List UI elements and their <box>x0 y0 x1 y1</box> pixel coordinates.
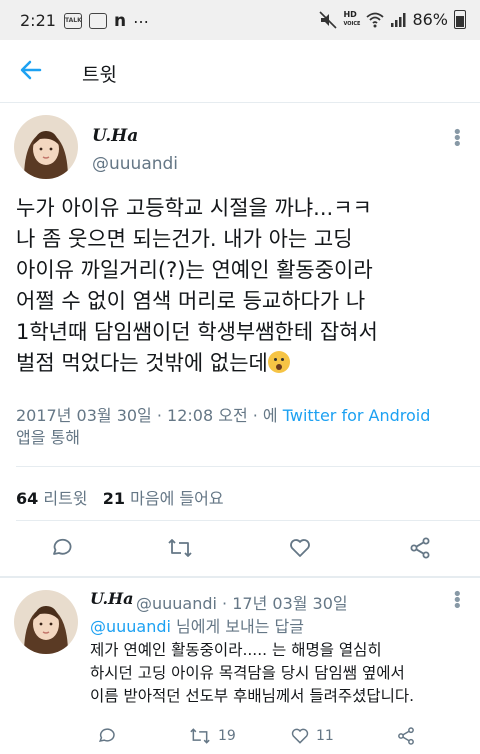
avatar[interactable] <box>14 115 78 179</box>
status-indicators: HD VOICE 86% <box>319 10 466 29</box>
reply-avatar[interactable] <box>14 590 78 654</box>
source-link[interactable]: Twitter for Android <box>283 406 431 425</box>
share-button[interactable] <box>406 534 434 562</box>
talk-icon: TALK <box>64 13 82 29</box>
reply-like-button[interactable] <box>286 722 314 750</box>
status-bar: 2:21 TALK n ⋯ HD VOICE 86% <box>0 0 480 40</box>
tweet-line: 아이유 까일거리(?)는 연예인 활동중이라 <box>16 258 373 282</box>
reply-line: 이름 받아적던 선도부 후배님께서 들려주셨답니다. <box>90 687 415 705</box>
tweet-line: 누가 아이유 고등학교 시절을 까냐...ㅋㅋ <box>16 196 372 220</box>
reply-line: 제가 연예인 활동중이라..... 는 해명을 열심히 <box>90 641 382 659</box>
reply-share-button[interactable] <box>392 722 420 750</box>
tweet-line: 1학년때 담임쌤이던 학생부쌤한테 잡혀서 <box>16 320 378 344</box>
more-options-icon[interactable]: • • • <box>452 124 463 154</box>
back-arrow-icon[interactable] <box>18 57 44 83</box>
reply-to-line: @uuuandi 님에게 보내는 답글 <box>90 613 304 637</box>
battery-icon <box>454 10 466 29</box>
reply-like-count: 11 <box>316 728 334 744</box>
reply-mention[interactable]: @uuuandi <box>90 617 171 636</box>
hushed-face-emoji-icon <box>267 351 290 373</box>
hd-label: HD <box>343 10 357 19</box>
tweet-meta: 2017년 03월 30일 · 12:08 오전 · 에 Twitter for… <box>16 405 466 449</box>
like-button[interactable] <box>286 534 314 562</box>
reply-icon <box>53 538 72 555</box>
likes-count: 21 <box>102 489 126 508</box>
heart-icon <box>291 728 309 744</box>
mute-icon <box>319 10 338 29</box>
tweet-date: 2017년 03월 30일 · 12:08 오전 · 에 <box>16 406 278 425</box>
app-bar: 트윗 <box>0 40 480 103</box>
status-time: 2:21 <box>20 11 56 30</box>
reply-reply-button[interactable] <box>92 722 120 750</box>
wifi-icon <box>366 12 385 27</box>
retweet-icon <box>190 728 210 744</box>
reply-retweet-count: 19 <box>218 728 236 744</box>
gallery-icon <box>89 13 107 29</box>
likes-stat[interactable]: 21 마음에 들어요 <box>103 489 224 508</box>
notification-icons: TALK n ⋯ <box>64 11 150 31</box>
hd-voice-icon: HD VOICE <box>343 11 360 28</box>
tweet-line: 나 좀 웃으면 되는건가. 내가 아는 고딩 <box>16 227 353 251</box>
page-title: 트윗 <box>82 64 117 86</box>
tweet-line: 어쩔 수 없이 염색 머리로 등교하다가 나 <box>16 289 366 313</box>
signal-icon <box>391 12 406 27</box>
retweet-icon <box>168 539 192 557</box>
retweets-label: 리트윗 <box>43 489 88 508</box>
reply-retweet-button[interactable] <box>186 722 214 750</box>
author-handle[interactable]: @uuuandi <box>92 154 178 174</box>
more-notifications-icon: ⋯ <box>133 11 151 31</box>
heart-icon <box>290 539 310 557</box>
tweet-line-last: 벌점 먹었다는 것밖에 없는데 <box>16 348 466 379</box>
divider <box>16 520 480 521</box>
battery-percent: 86% <box>412 10 448 29</box>
voice-label: VOICE <box>343 21 361 27</box>
author-name[interactable]: U.Ha <box>92 126 138 146</box>
reply-to-label: 님에게 보내는 답글 <box>170 617 304 636</box>
tweet-stats: 64 리트윗 21 마음에 들어요 <box>16 485 224 509</box>
retweets-count: 64 <box>16 489 39 508</box>
naver-icon: n <box>114 11 127 31</box>
tweet-text: 누가 아이유 고등학교 시절을 까냐...ㅋㅋ 나 좀 웃으면 되는건가. 내가… <box>16 193 466 379</box>
retweet-button[interactable] <box>166 534 194 562</box>
reply-handle-date[interactable]: @uuuandi · 17년 03월 30일 <box>136 590 348 614</box>
share-icon <box>410 537 430 559</box>
retweets-stat[interactable]: 64 리트윗 <box>16 489 88 508</box>
reply-more-options-icon[interactable]: • • • <box>452 586 463 616</box>
reply-icon <box>98 728 115 743</box>
reply-author-name[interactable]: U.Ha <box>90 589 134 608</box>
reply-button[interactable] <box>47 534 75 562</box>
reply-line: 하시던 고딩 아이유 목격담을 당시 담임쌤 옆에서 <box>90 664 405 682</box>
divider <box>16 466 480 467</box>
likes-label: 마음에 들어요 <box>130 489 224 508</box>
via-label: 앱을 통해 <box>16 428 80 447</box>
share-icon <box>398 727 414 745</box>
reply-text: 제가 연예인 활동중이라..... 는 해명을 열심히 하시던 고딩 아이유 목… <box>90 639 470 708</box>
tweet-line: 벌점 먹었다는 것밖에 없는데 <box>16 351 268 375</box>
